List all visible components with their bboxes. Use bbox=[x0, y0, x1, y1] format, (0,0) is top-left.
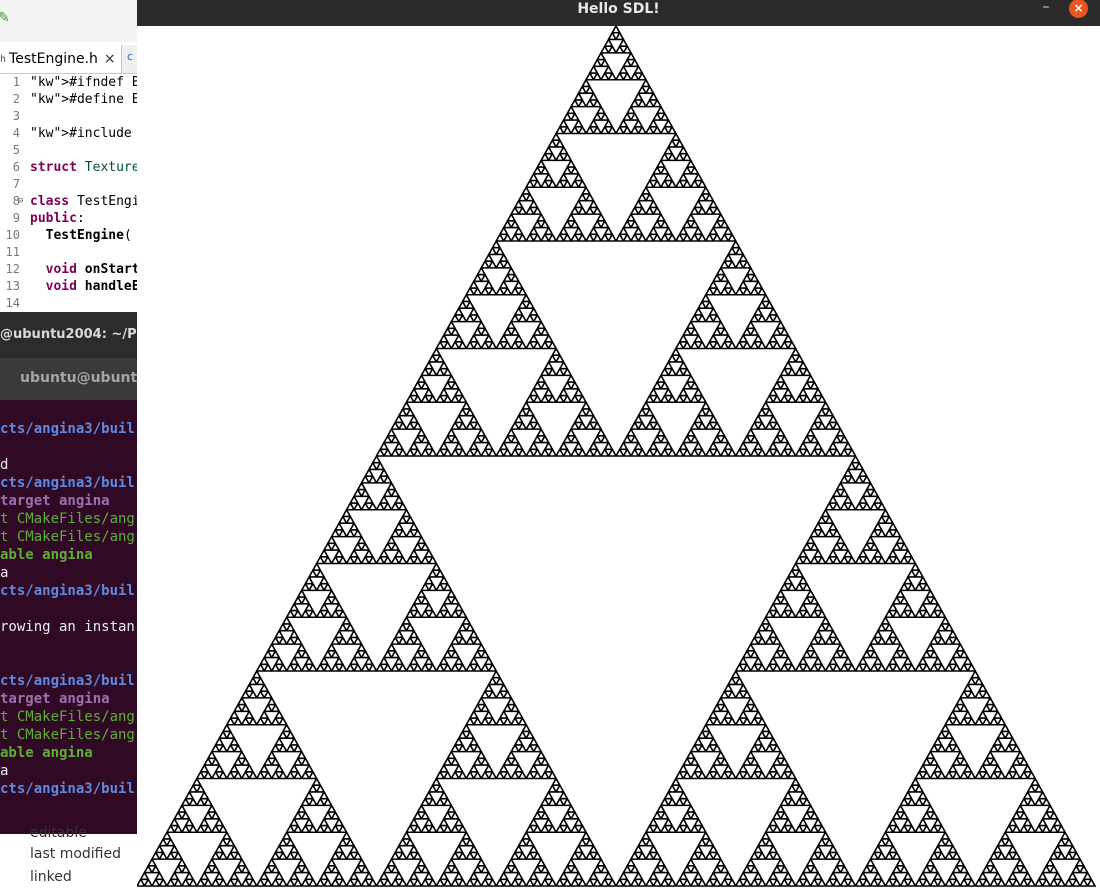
tab-second[interactable]: c bbox=[127, 50, 137, 68]
ide-window: ✎ h TestEngine.h × c 1 "kw">#ifndef EXAMP… bbox=[0, 0, 152, 892]
terminal-line: target angina bbox=[0, 691, 110, 707]
terminal-title: @ubuntu2004: ~/Pro bbox=[0, 327, 152, 342]
terminal-line: a bbox=[0, 763, 9, 779]
line-number: 12 bbox=[5, 262, 20, 276]
code-line[interactable]: 14 bbox=[0, 295, 137, 312]
line-number: 8 bbox=[12, 194, 20, 208]
code-line[interactable]: 2 "kw">#define EXAMPLE bbox=[0, 91, 137, 108]
code-line[interactable]: 11 bbox=[0, 244, 137, 261]
property-label: linked bbox=[30, 869, 72, 885]
line-number: 1 bbox=[12, 75, 20, 89]
code-line[interactable]: 13 void handleE bbox=[0, 278, 137, 295]
line-number: 6 bbox=[12, 160, 20, 174]
terminal-line: target angina bbox=[0, 493, 110, 509]
terminal-line: cts/angina3/buil bbox=[0, 673, 135, 689]
fold-minus-icon[interactable]: ⊖ bbox=[18, 193, 23, 210]
sierpinski-path bbox=[137, 26, 1097, 887]
close-icon[interactable]: × bbox=[104, 51, 116, 67]
render-canvas bbox=[137, 26, 1100, 892]
line-number: 9 bbox=[12, 211, 20, 225]
line-number: 7 bbox=[12, 177, 20, 191]
properties-panel: editable last modified linked bbox=[0, 825, 137, 892]
line-number: 13 bbox=[5, 279, 20, 293]
code-line[interactable]: 8 ⊖ class TestEngi bbox=[0, 193, 137, 210]
property-label: last modified bbox=[30, 846, 121, 862]
code-text: "kw">#ifndef EXAMPLE bbox=[30, 75, 137, 90]
terminal-line: a bbox=[0, 565, 9, 581]
line-number: 10 bbox=[5, 228, 20, 242]
line-number: 5 bbox=[12, 143, 20, 157]
code-text: void handleE bbox=[45, 279, 137, 294]
code-line[interactable]: 9 public: bbox=[0, 210, 137, 227]
code-line[interactable]: 4 "kw">#include "engi bbox=[0, 125, 137, 142]
terminal-output[interactable]: cts/angina3/buil d cts/angina3/buil target … bbox=[0, 400, 137, 834]
code-line[interactable]: 1 "kw">#ifndef EXAMPLE bbox=[0, 74, 137, 91]
terminal-line: able angina bbox=[0, 547, 93, 563]
terminal-line: able angina bbox=[0, 745, 93, 761]
line-number: 4 bbox=[12, 126, 20, 140]
terminal-line: t CMakeFiles/ang bbox=[0, 727, 135, 743]
terminal-titlebar: @ubuntu2004: ~/Pro bbox=[0, 312, 152, 358]
code-editor[interactable]: 1 "kw">#ifndef EXAMPLE 2 "kw">#define EXAMP… bbox=[0, 74, 137, 312]
terminal-tab[interactable]: ubuntu@ubuntu bbox=[20, 370, 147, 386]
terminal-line: t CMakeFiles/ang bbox=[0, 529, 135, 545]
source-file-icon: c bbox=[127, 50, 134, 63]
terminal-tabbar: ubuntu@ubuntu bbox=[0, 358, 147, 400]
sierpinski-triangle bbox=[137, 26, 1097, 887]
line-number: 14 bbox=[5, 296, 20, 310]
code-line[interactable]: 12 void onStart bbox=[0, 261, 137, 278]
code-text: struct Texture bbox=[30, 160, 137, 175]
window-titlebar[interactable]: Hello SDL! – × bbox=[137, 0, 1100, 26]
ide-toolbar: ✎ bbox=[0, 0, 137, 42]
fractal-group bbox=[137, 26, 1097, 887]
terminal-line: rowing an instan bbox=[0, 619, 135, 635]
tab-testengine-h[interactable]: h TestEngine.h × bbox=[0, 45, 122, 73]
code-line[interactable]: 3 bbox=[0, 108, 137, 125]
terminal-line: cts/angina3/buil bbox=[0, 475, 135, 491]
terminal-line: t CMakeFiles/ang bbox=[0, 709, 135, 725]
terminal-line: cts/angina3/buil bbox=[0, 421, 135, 437]
window-title: Hello SDL! bbox=[577, 1, 660, 17]
tab-label: TestEngine.h bbox=[9, 51, 98, 67]
header-file-icon: h bbox=[0, 53, 7, 65]
code-text: "kw">#include "engi bbox=[30, 126, 132, 141]
terminal-line: t CMakeFiles/ang bbox=[0, 511, 135, 527]
pencil-icon[interactable]: ✎ bbox=[0, 10, 10, 26]
line-number: 3 bbox=[12, 109, 20, 123]
code-line[interactable]: 6 struct Texture bbox=[0, 159, 137, 176]
code-line[interactable]: 7 bbox=[0, 176, 137, 193]
property-label: editable bbox=[30, 825, 87, 841]
code-text: public: bbox=[30, 211, 85, 226]
code-line[interactable]: 5 bbox=[0, 142, 137, 159]
editor-tabbar: h TestEngine.h × c bbox=[0, 45, 137, 74]
line-number: 11 bbox=[5, 245, 20, 259]
code-line[interactable]: 10 TestEngine( bbox=[0, 227, 137, 244]
code-text: void onStart bbox=[45, 262, 137, 277]
sdl-window: Hello SDL! – × bbox=[137, 0, 1100, 892]
terminal-line: d bbox=[0, 457, 9, 473]
terminal-line: cts/angina3/buil bbox=[0, 583, 135, 599]
code-text: "kw">#define EXAMPLE bbox=[30, 92, 137, 107]
terminal-line: cts/angina3/buil bbox=[0, 781, 135, 797]
code-text: class TestEngi bbox=[30, 194, 137, 209]
minimize-button[interactable]: – bbox=[1036, 0, 1056, 18]
line-number: 2 bbox=[12, 92, 20, 106]
code-text: TestEngine( bbox=[45, 228, 132, 243]
